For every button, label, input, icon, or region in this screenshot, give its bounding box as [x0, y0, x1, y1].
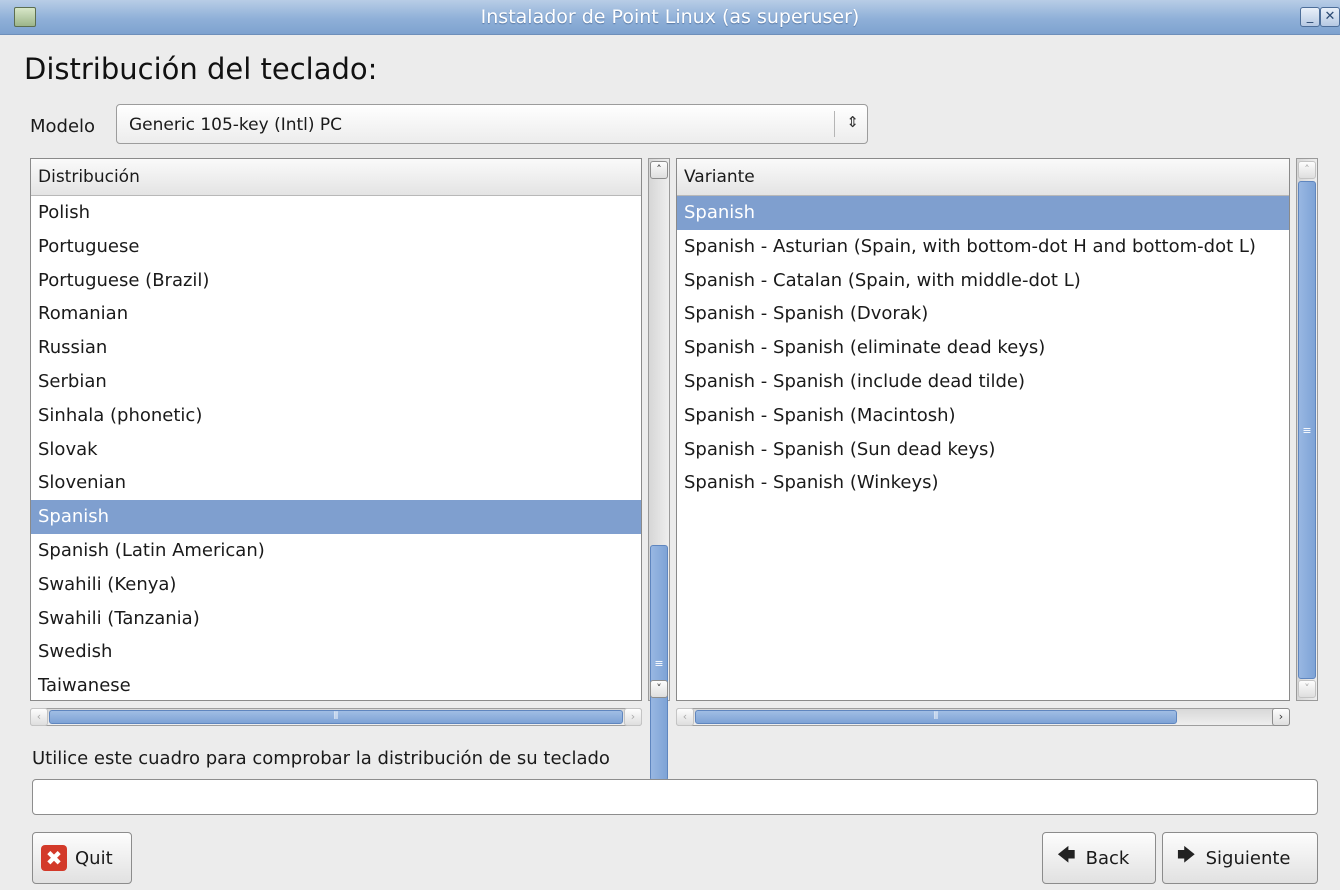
- list-item[interactable]: Polish: [31, 196, 641, 230]
- next-button[interactable]: 🡆 Siguiente: [1162, 832, 1318, 884]
- arrow-left-icon: 🡄: [1057, 845, 1076, 866]
- list-item[interactable]: Spanish - Asturian (Spain, with bottom-d…: [677, 230, 1289, 264]
- back-button[interactable]: 🡄 Back: [1042, 832, 1156, 884]
- list-item[interactable]: Russian: [31, 331, 641, 365]
- quit-icon: ✖: [41, 845, 67, 871]
- scroll-left-icon[interactable]: ‹: [30, 708, 48, 726]
- list-item[interactable]: Spanish: [31, 500, 641, 534]
- list-item[interactable]: Taiwanese: [31, 669, 641, 700]
- list-item[interactable]: Spanish - Catalan (Spain, with middle-do…: [677, 264, 1289, 298]
- scroll-left-icon[interactable]: ‹: [676, 708, 694, 726]
- variant-vertical-scrollbar[interactable]: ˄ ≡ ˅: [1296, 158, 1318, 701]
- quit-button[interactable]: ✖ Quit: [32, 832, 132, 884]
- list-item[interactable]: Slovenian: [31, 466, 641, 500]
- minimize-icon[interactable]: _: [1300, 7, 1320, 27]
- list-item[interactable]: Slovak: [31, 433, 641, 467]
- arrow-right-icon: 🡆: [1177, 845, 1196, 866]
- scroll-down-icon[interactable]: ˅: [1298, 680, 1316, 698]
- updown-arrow-icon: ⇕: [846, 113, 859, 131]
- variant-horizontal-scrollbar[interactable]: ‹ ⦀ ›: [676, 708, 1290, 726]
- layout-scroll-thumb[interactable]: ≡: [650, 545, 668, 781]
- list-item[interactable]: Spanish - Spanish (eliminate dead keys): [677, 331, 1289, 365]
- list-item[interactable]: Spanish - Spanish (include dead tilde): [677, 365, 1289, 399]
- list-item[interactable]: Spanish - Spanish (Sun dead keys): [677, 433, 1289, 467]
- layout-list[interactable]: Distribución Polish Portuguese Portuguese …: [30, 158, 642, 701]
- list-item[interactable]: Spanish (Latin American): [31, 534, 641, 568]
- window-titlebar: Instalador de Point Linux (as superuser)…: [0, 0, 1340, 35]
- close-icon[interactable]: ✕: [1320, 7, 1340, 27]
- layout-hscroll-thumb[interactable]: ⦀: [49, 710, 623, 724]
- next-button-label: Siguiente: [1205, 847, 1291, 869]
- scroll-up-icon[interactable]: ˄: [1298, 161, 1316, 179]
- variant-list[interactable]: Variante Spanish Spanish - Asturian (Spai…: [676, 158, 1290, 701]
- variant-list-items: Spanish Spanish - Asturian (Spain, with b…: [677, 196, 1289, 700]
- variant-scroll-thumb[interactable]: ≡: [1298, 181, 1316, 679]
- list-item[interactable]: Romanian: [31, 297, 641, 331]
- model-select-value: Generic 105-key (Intl) PC: [129, 115, 343, 135]
- window-title: Instalador de Point Linux (as superuser): [480, 6, 860, 28]
- list-item[interactable]: Spanish - Spanish (Winkeys): [677, 466, 1289, 500]
- keyboard-test-input[interactable]: [32, 779, 1318, 815]
- list-item[interactable]: Portuguese (Brazil): [31, 264, 641, 298]
- quit-button-label: Quit: [75, 847, 113, 869]
- list-item[interactable]: Swedish: [31, 635, 641, 669]
- variant-list-header[interactable]: Variante: [677, 159, 1289, 196]
- model-label: Modelo: [30, 116, 96, 137]
- layout-list-items: Polish Portuguese Portuguese (Brazil) Roman…: [31, 196, 641, 700]
- list-item[interactable]: Spanish: [677, 196, 1289, 230]
- list-item[interactable]: Spanish - Spanish (Dvorak): [677, 297, 1289, 331]
- list-item[interactable]: Sinhala (phonetic): [31, 399, 641, 433]
- variant-hscroll-thumb[interactable]: ⦀: [695, 710, 1177, 724]
- page-title: Distribución del teclado:: [24, 52, 378, 86]
- list-item[interactable]: Swahili (Tanzania): [31, 602, 641, 636]
- list-item[interactable]: Spanish - Spanish (Macintosh): [677, 399, 1289, 433]
- scroll-up-icon[interactable]: ˄: [650, 161, 668, 179]
- list-item[interactable]: Portuguese: [31, 230, 641, 264]
- scroll-right-icon[interactable]: ›: [1272, 708, 1290, 726]
- combo-separator: [834, 111, 835, 137]
- back-button-label: Back: [1085, 847, 1130, 869]
- layout-vertical-scrollbar[interactable]: ˄ ≡ ˅: [648, 158, 670, 781]
- layout-list-header[interactable]: Distribución: [31, 159, 641, 196]
- scroll-right-icon[interactable]: ›: [624, 708, 642, 726]
- scroll-down-icon[interactable]: ˅: [650, 680, 668, 698]
- list-item[interactable]: Serbian: [31, 365, 641, 399]
- test-input-label: Utilice este cuadro para comprobar la di…: [32, 748, 610, 769]
- model-select[interactable]: Generic 105-key (Intl) PC ⇕: [116, 104, 868, 144]
- layout-horizontal-scrollbar[interactable]: ‹ ⦀ ›: [30, 708, 642, 726]
- list-item[interactable]: Swahili (Kenya): [31, 568, 641, 602]
